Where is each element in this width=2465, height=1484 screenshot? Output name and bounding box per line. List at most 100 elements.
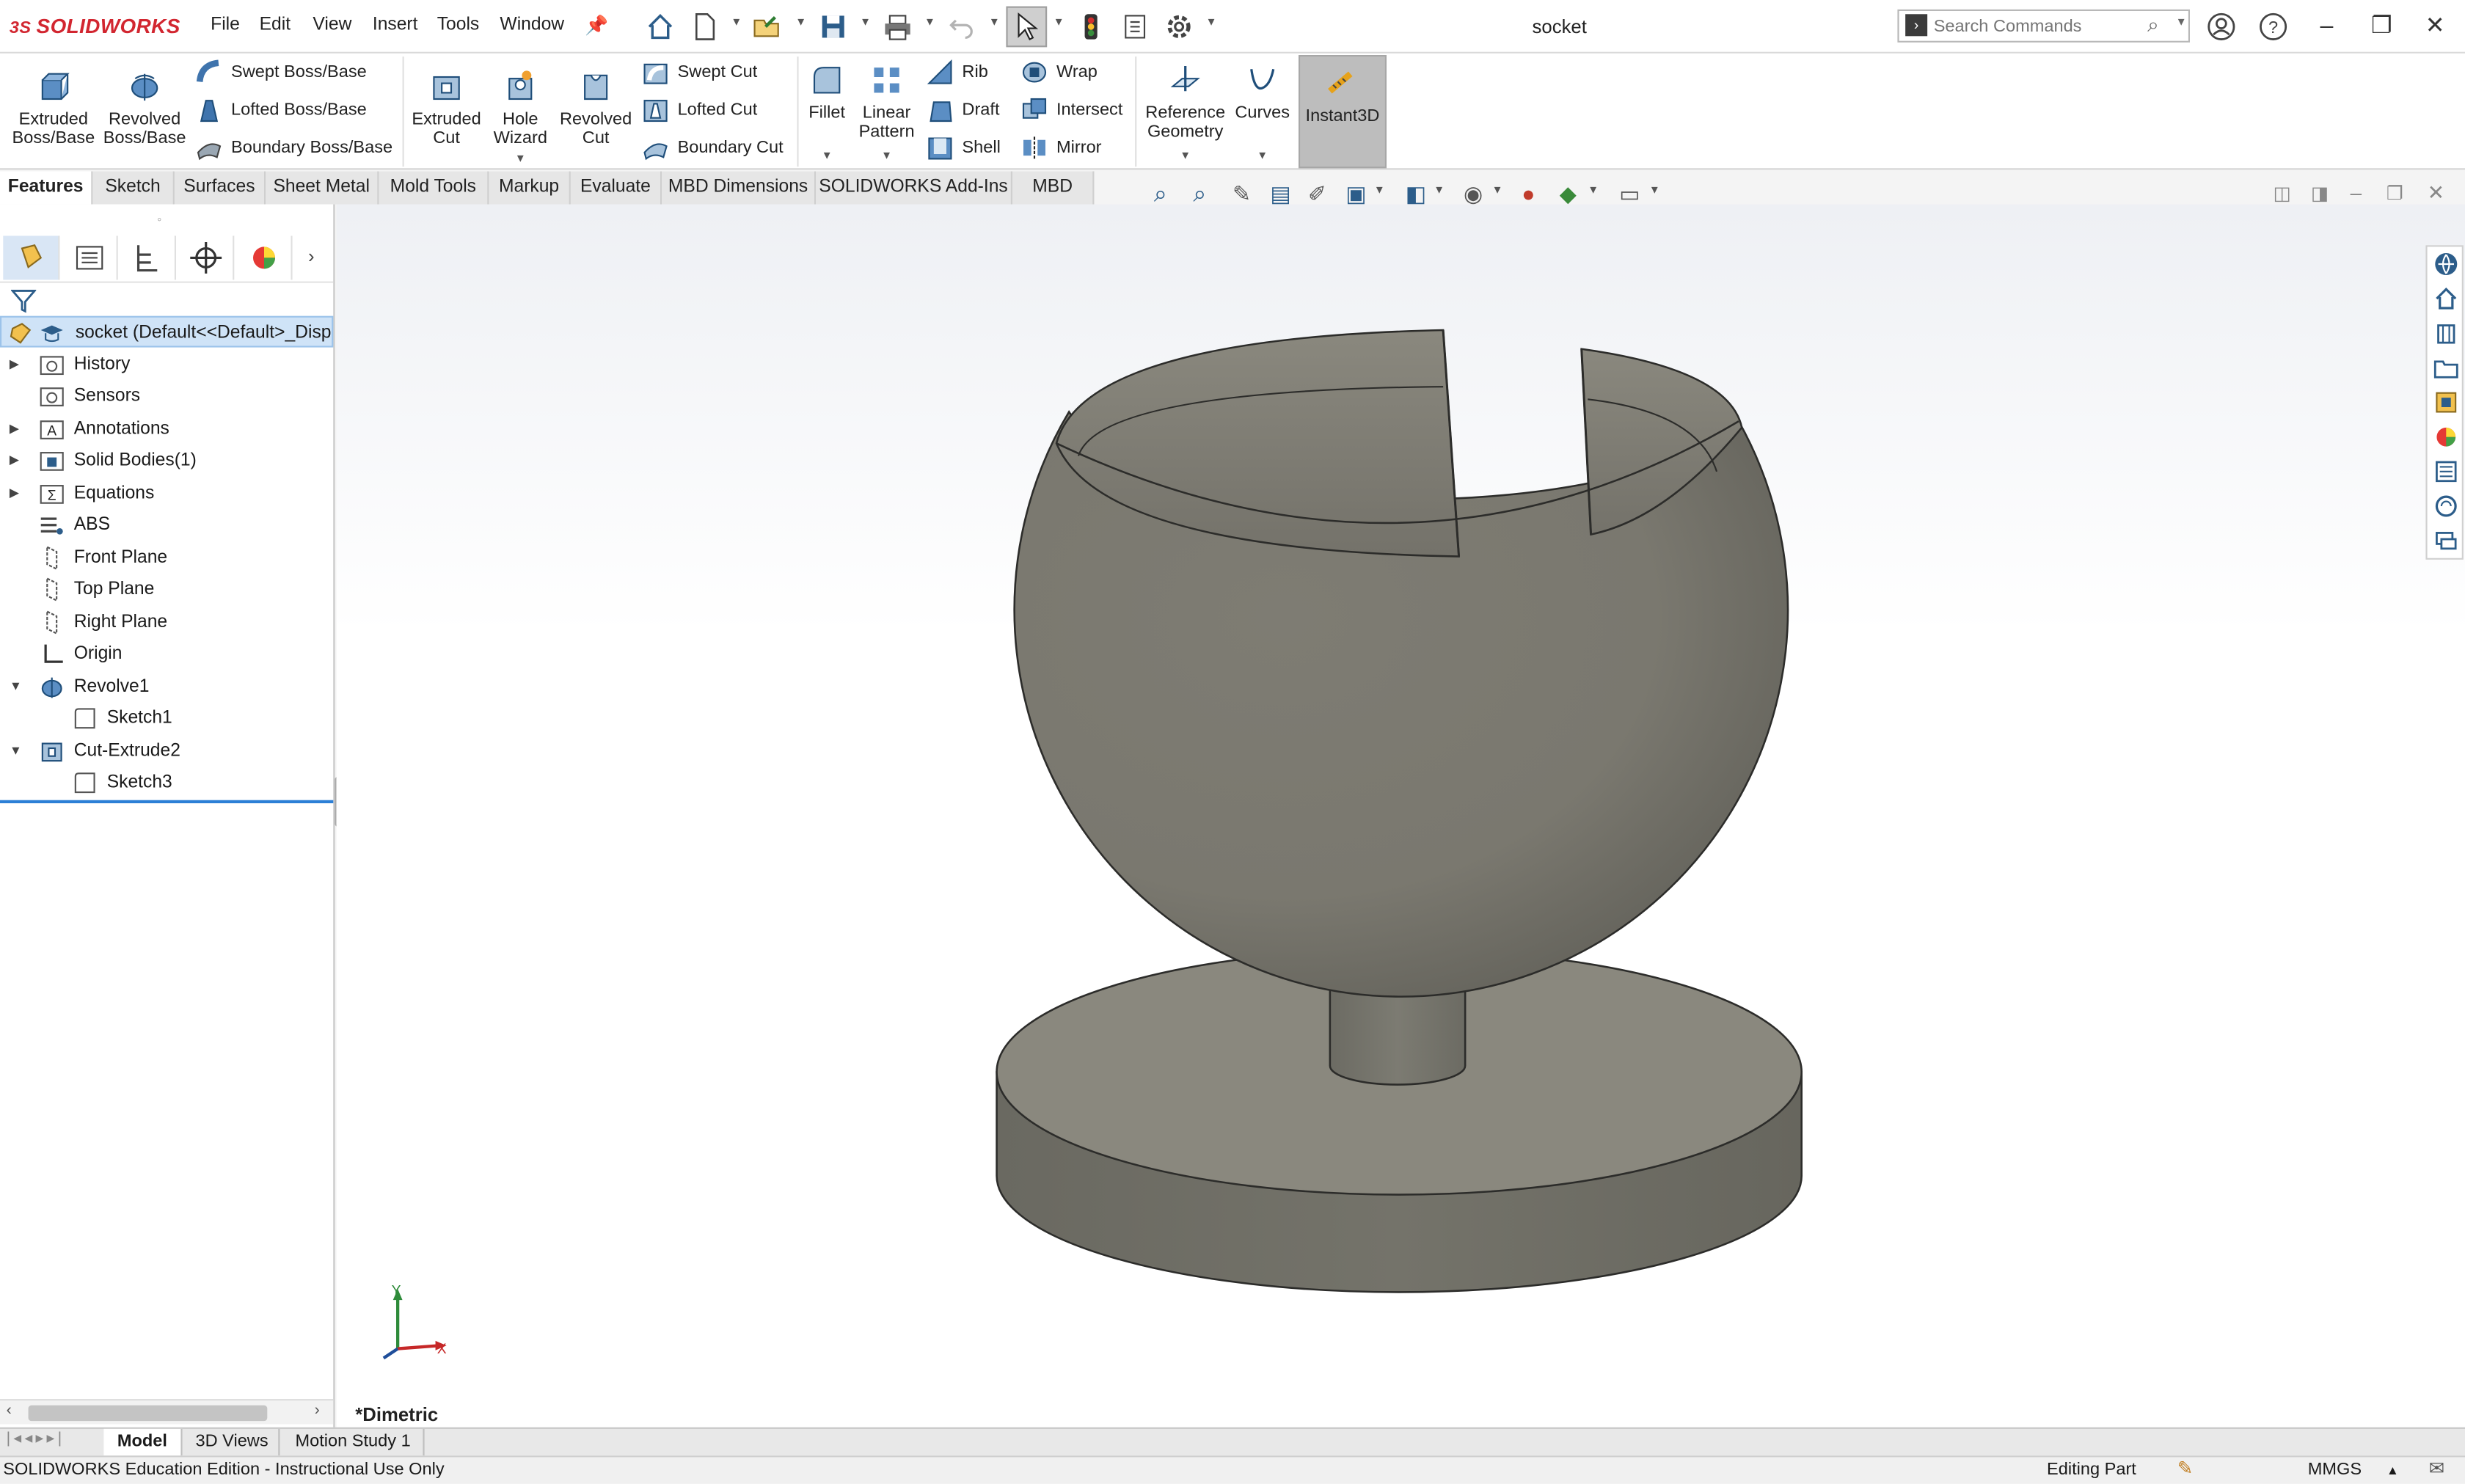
viewport-restore-button[interactable]: ❐ bbox=[2387, 183, 2403, 205]
tree-item-equations[interactable]: ▶ Σ Equations bbox=[0, 478, 333, 509]
tab-scroll-arrows-icon[interactable]: |◂◂▸▸| bbox=[7, 1430, 65, 1448]
chevron-down-icon[interactable]: ▼ bbox=[989, 18, 1000, 33]
edit-appearance-icon[interactable]: ● bbox=[1522, 180, 1535, 205]
splitter-handle-icon[interactable]: ◦ bbox=[157, 212, 161, 226]
menu-window[interactable]: Window bbox=[500, 15, 564, 34]
tab-model[interactable]: Model bbox=[103, 1428, 183, 1456]
design-library-home-icon[interactable] bbox=[2433, 286, 2458, 311]
view-settings-icon[interactable]: ▭ bbox=[1619, 180, 1640, 207]
swept-boss-button[interactable]: Swept Boss/Base bbox=[195, 55, 367, 89]
tree-item-right-plane[interactable]: Right Plane bbox=[0, 607, 333, 638]
comments-icon[interactable]: ✉ bbox=[2429, 1455, 2445, 1482]
zoom-to-fit-icon[interactable]: ⌕ bbox=[1154, 180, 1167, 207]
close-window-button[interactable]: ✕ bbox=[2417, 10, 2454, 44]
help-icon[interactable]: ? bbox=[2256, 10, 2293, 44]
viewport-minimize-button[interactable]: – bbox=[2351, 180, 2362, 204]
expand-arrow-icon[interactable]: ▶ bbox=[10, 414, 19, 445]
chevron-down-icon[interactable]: ▼ bbox=[855, 147, 919, 167]
tab-solidworks-add-ins[interactable]: SOLIDWORKS Add-Ins bbox=[816, 171, 1012, 205]
tab-surfaces[interactable]: Surfaces bbox=[174, 171, 266, 205]
solidworks-logo[interactable]: 3S SOLIDWORKS bbox=[10, 14, 180, 37]
chevron-right-icon[interactable]: › bbox=[308, 245, 315, 267]
tab-mbd-dimensions[interactable]: MBD Dimensions bbox=[662, 171, 817, 205]
viewport-tile-left-icon[interactable]: ◫ bbox=[2274, 183, 2291, 205]
display-style-icon[interactable]: ◧ bbox=[1406, 180, 1426, 207]
chevron-down-icon[interactable]: ▼ bbox=[1588, 186, 1599, 197]
home-icon[interactable] bbox=[645, 11, 676, 43]
intersect-button[interactable]: Intersect bbox=[1020, 92, 1122, 127]
tree-item-revolve1[interactable]: ▼ Revolve1 bbox=[0, 671, 333, 703]
view-palette-icon[interactable] bbox=[2433, 390, 2458, 414]
graphics-area[interactable]: ⌕ ⌕ ✎ ▤ ✐ ▣ ▼ ◧ ▼ ◉ ▼ ● ◆ ▼ ▭ ▼ ◫ ◨ – ❐ … bbox=[336, 180, 2465, 1428]
dynamic-annotation-icon[interactable]: ✐ bbox=[1308, 180, 1326, 207]
tree-item-top-plane[interactable]: Top Plane bbox=[0, 574, 333, 605]
minimize-window-button[interactable]: – bbox=[2308, 10, 2345, 44]
previous-view-icon[interactable]: ✎ bbox=[1232, 180, 1251, 207]
lofted-cut-button[interactable]: Lofted Cut bbox=[641, 92, 757, 127]
rib-button[interactable]: Rib bbox=[926, 55, 988, 89]
tree-item-sensors[interactable]: Sensors bbox=[0, 381, 333, 412]
tree-item-front-plane[interactable]: Front Plane bbox=[0, 542, 333, 574]
tree-item-cut-extrude2[interactable]: ▼ Cut-Extrude2 bbox=[0, 736, 333, 767]
tree-item-history[interactable]: ▶ History bbox=[0, 349, 333, 381]
tab-features[interactable]: Features bbox=[0, 171, 93, 205]
feature-manager-tab[interactable] bbox=[3, 235, 60, 280]
open-icon[interactable] bbox=[751, 11, 783, 43]
chevron-down-icon[interactable]: ▼ bbox=[1206, 18, 1217, 33]
viewport-tile-right-icon[interactable]: ◨ bbox=[2311, 183, 2329, 205]
revolved-boss-button[interactable]: Revolved Boss/Base bbox=[101, 56, 189, 167]
tab-sketch[interactable]: Sketch bbox=[92, 171, 175, 205]
tab-evaluate[interactable]: Evaluate bbox=[570, 171, 662, 205]
chevron-up-icon[interactable]: ▲ bbox=[2387, 1457, 2399, 1483]
pin-icon[interactable]: 📌 bbox=[585, 14, 608, 36]
rebuild-traffic-light-icon[interactable] bbox=[1076, 11, 1107, 43]
rebuild-status-icon[interactable]: ✎ bbox=[2177, 1455, 2194, 1482]
appearances-scenes-icon[interactable] bbox=[2433, 425, 2458, 450]
tab-mold-tools[interactable]: Mold Tools bbox=[379, 171, 489, 205]
solidworks-forum-icon[interactable] bbox=[2433, 494, 2458, 519]
tree-item-sketch1[interactable]: Sketch1 bbox=[0, 703, 333, 734]
chevron-down-icon[interactable]: ▼ bbox=[1053, 18, 1064, 33]
expand-arrow-icon[interactable]: ▶ bbox=[10, 349, 19, 381]
horizontal-scrollbar[interactable]: ‹ › bbox=[0, 1399, 334, 1425]
collapse-arrow-icon[interactable]: ▼ bbox=[10, 671, 22, 703]
draft-button[interactable]: Draft bbox=[926, 92, 1000, 127]
instant3d-button[interactable]: Instant3D bbox=[1299, 55, 1387, 169]
boundary-cut-button[interactable]: Boundary Cut bbox=[641, 131, 784, 165]
display-manager-tab[interactable] bbox=[235, 235, 293, 280]
gear-icon[interactable] bbox=[1164, 11, 1195, 43]
revolved-cut-button[interactable]: Revolved Cut bbox=[557, 56, 635, 167]
print-icon[interactable] bbox=[882, 11, 913, 43]
apply-scene-icon[interactable]: ◆ bbox=[1560, 180, 1577, 207]
socket-3d-model[interactable] bbox=[337, 205, 2465, 1428]
property-manager-tab[interactable] bbox=[62, 235, 118, 280]
zoom-to-area-icon[interactable]: ⌕ bbox=[1193, 180, 1206, 207]
chevron-down-icon[interactable]: ▼ bbox=[860, 18, 871, 33]
chevron-down-icon[interactable]: ▼ bbox=[731, 18, 742, 33]
filter-icon[interactable] bbox=[11, 288, 37, 314]
view-orientation-icon[interactable]: ▣ bbox=[1345, 180, 1366, 207]
chevron-down-icon[interactable]: ▼ bbox=[1434, 186, 1445, 197]
undo-icon[interactable] bbox=[946, 11, 978, 43]
chevron-down-icon[interactable]: ▼ bbox=[486, 151, 555, 170]
status-units[interactable]: MMGS bbox=[2308, 1457, 2362, 1483]
boundary-boss-button[interactable]: Boundary Boss/Base bbox=[195, 131, 392, 165]
chevron-down-icon[interactable]: ▼ bbox=[795, 18, 806, 33]
wrap-button[interactable]: Wrap bbox=[1020, 55, 1098, 89]
chevron-down-icon[interactable]: ▼ bbox=[924, 18, 935, 33]
linear-pattern-button[interactable]: Linear Pattern ▼ bbox=[855, 56, 919, 167]
expand-arrow-icon[interactable]: ▶ bbox=[10, 445, 19, 476]
chevron-down-icon[interactable]: ▼ bbox=[1649, 186, 1660, 197]
section-view-icon[interactable]: ▤ bbox=[1270, 180, 1290, 207]
chat-icon[interactable] bbox=[2433, 528, 2458, 553]
dimxpert-manager-tab[interactable] bbox=[178, 235, 235, 280]
hide-show-items-icon[interactable]: ◉ bbox=[1464, 180, 1483, 207]
configuration-manager-tab[interactable] bbox=[120, 235, 176, 280]
collapse-arrow-icon[interactable]: ▼ bbox=[10, 736, 22, 767]
rollback-bar[interactable] bbox=[0, 800, 334, 803]
chevron-down-icon[interactable]: ▼ bbox=[1142, 147, 1230, 167]
tab-mbd[interactable]: MBD bbox=[1012, 171, 1095, 205]
tab-motion-study-1[interactable]: Motion Study 1 bbox=[283, 1428, 425, 1456]
tab-sheet-metal[interactable]: Sheet Metal bbox=[266, 171, 379, 205]
tree-item-solid-bodies[interactable]: ▶ Solid Bodies(1) bbox=[0, 445, 333, 476]
